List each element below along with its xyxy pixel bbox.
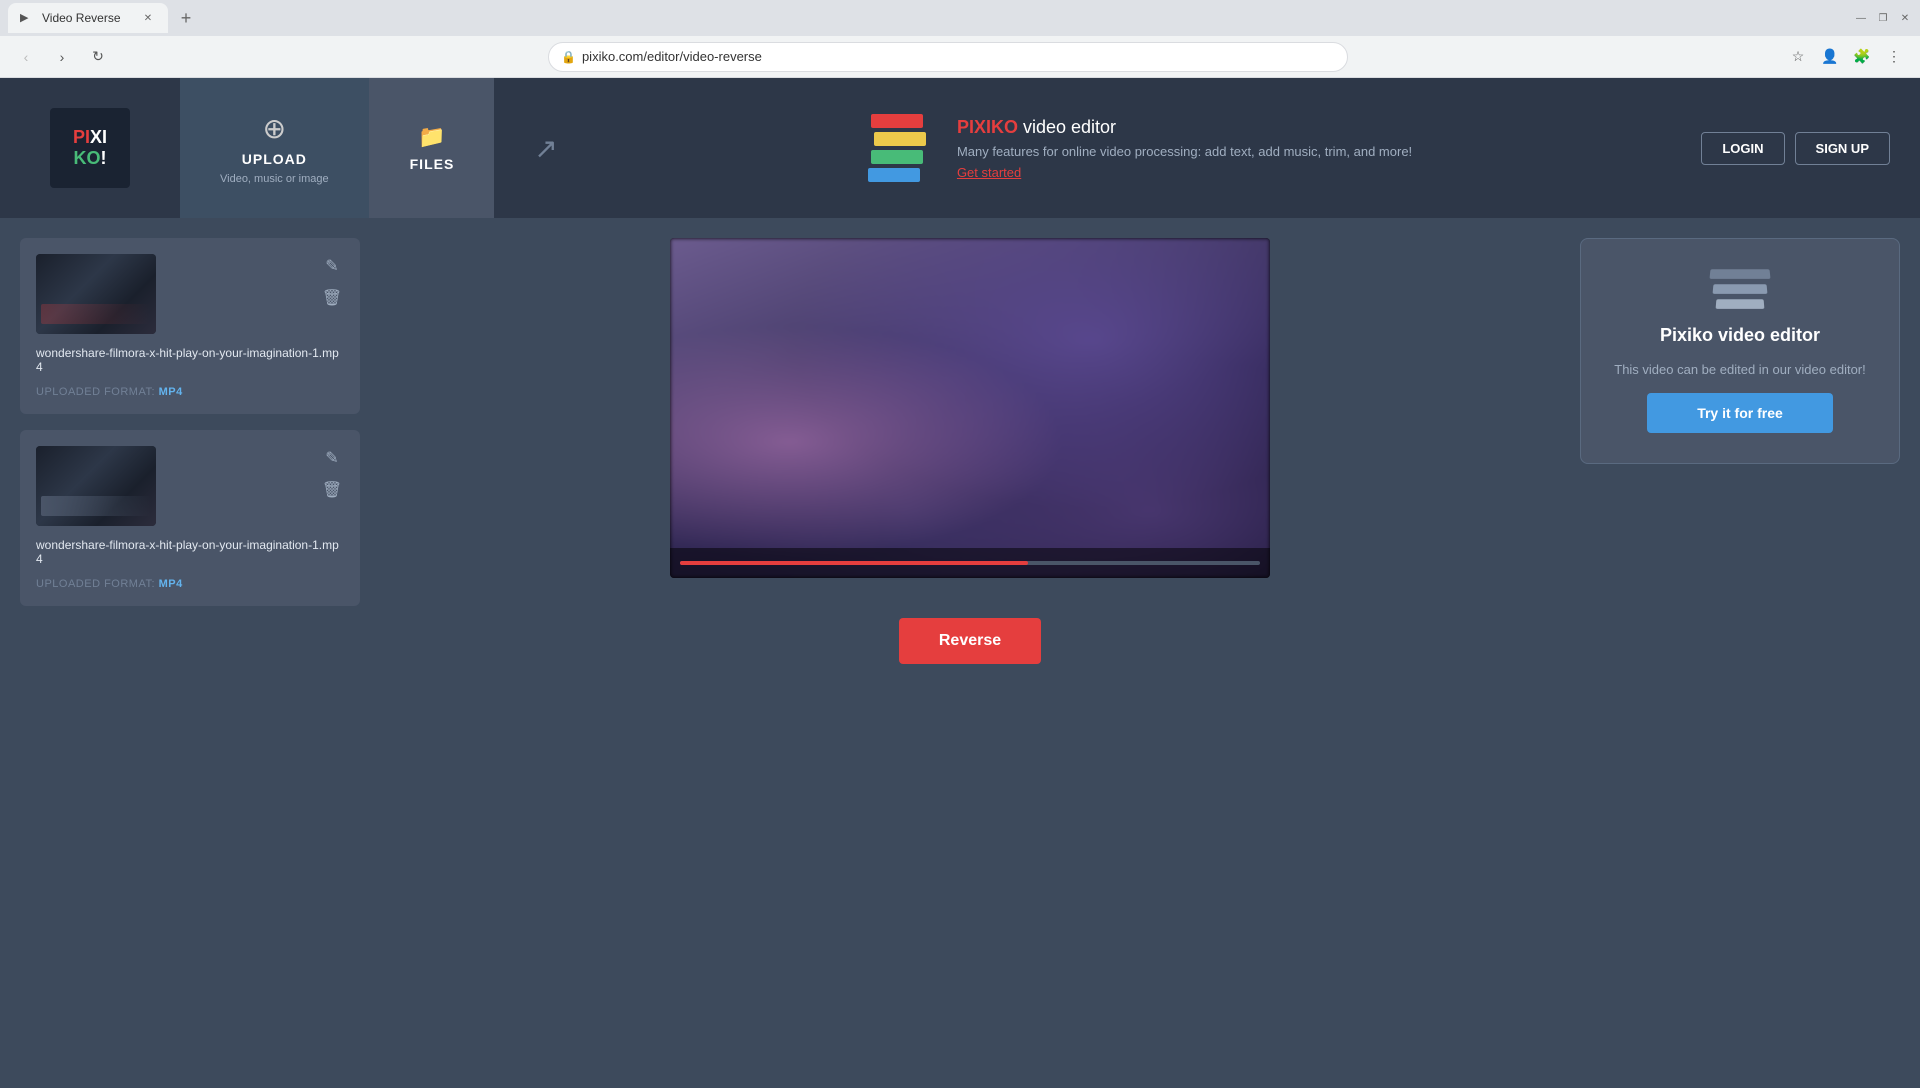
files-label: FILES: [410, 156, 455, 172]
logo-ko: KO: [74, 148, 101, 169]
promo-text: PIXIKO video editor Many features for on…: [957, 117, 1412, 180]
url-text: pixiko.com/editor/video-reverse: [582, 49, 762, 64]
promo-brand: PIXIKO: [957, 117, 1018, 137]
file-card-2-inner: ✎ 🗑: [36, 446, 344, 526]
more-options-icon[interactable]: ⋮: [1880, 43, 1908, 71]
back-button[interactable]: ‹: [12, 43, 40, 71]
header-auth: LOGIN SIGN UP: [1671, 78, 1920, 218]
promo-description: Many features for online video processin…: [957, 144, 1412, 159]
video-area: Reverse: [380, 218, 1560, 1088]
file-2-actions: ✎ 🗑: [320, 446, 344, 502]
tab-favicon: ▶: [20, 11, 34, 25]
upload-sublabel: Video, music or image: [220, 173, 329, 185]
main-content: ✎ 🗑 wondershare-filmora-x-hit-play-on-yo…: [0, 218, 1920, 1088]
logo-pi: PI: [73, 127, 90, 148]
editor-promo-title: Pixiko video editor: [1660, 325, 1820, 346]
video-controls-bar: [670, 548, 1270, 578]
file-2-format-label: UPLOADED FORMAT:: [36, 578, 155, 590]
upload-icon: ⊕: [263, 112, 286, 145]
close-window-button[interactable]: ✕: [1898, 11, 1912, 25]
file-1-name: wondershare-filmora-x-hit-play-on-your-i…: [36, 342, 344, 374]
file-2-delete-button[interactable]: 🗑: [320, 478, 344, 502]
file-1-format: UPLOADED FORMAT: MP4: [36, 386, 344, 398]
refresh-button[interactable]: ↻: [84, 43, 112, 71]
pixiko-logo: PI XI KO !: [50, 108, 130, 188]
extensions-icon[interactable]: 🧩: [1848, 43, 1876, 71]
signup-button[interactable]: SIGN UP: [1795, 132, 1890, 165]
editor-promo-desc: This video can be edited in our video ed…: [1614, 362, 1866, 377]
promo-area: PIXIKO video editor Many features for on…: [598, 78, 1672, 218]
upload-button[interactable]: ⊕ UPLOAD Video, music or image: [180, 78, 370, 218]
progress-fill: [680, 561, 1028, 565]
login-button[interactable]: LOGIN: [1701, 132, 1784, 165]
file-1-delete-button[interactable]: 🗑: [320, 286, 344, 310]
files-button[interactable]: 📁 FILES: [370, 78, 495, 218]
try-free-button[interactable]: Try it for free: [1647, 393, 1833, 433]
share-icon: ↗: [534, 132, 557, 165]
window-controls: — ❐ ✕: [1854, 11, 1912, 25]
file-card-2: ✎ 🗑 wondershare-filmora-x-hit-play-on-yo…: [20, 430, 360, 606]
restore-button[interactable]: ❐: [1876, 11, 1890, 25]
reverse-button-container: Reverse: [899, 618, 1041, 664]
file-2-name: wondershare-filmora-x-hit-play-on-your-i…: [36, 534, 344, 566]
upload-label: UPLOAD: [242, 151, 307, 167]
thumbnail-1: [36, 254, 156, 334]
logo-area: PI XI KO !: [0, 78, 180, 218]
file-1-actions: ✎ 🗑: [320, 254, 344, 310]
share-button[interactable]: ↗: [494, 78, 597, 218]
editor-promo-card: Pixiko video editor This video can be ed…: [1580, 238, 1900, 464]
new-tab-button[interactable]: +: [172, 4, 200, 32]
file-1-format-value: MP4: [159, 386, 183, 398]
video-preview: [670, 238, 1270, 578]
file-1-edit-button[interactable]: ✎: [320, 254, 344, 278]
promo-title-rest: video editor: [1018, 117, 1116, 137]
file-2-format-value: MP4: [159, 578, 183, 590]
file-card-1: ✎ 🗑 wondershare-filmora-x-hit-play-on-yo…: [20, 238, 360, 414]
file-card-1-inner: ✎ 🗑: [36, 254, 344, 334]
thumbnail-2: [36, 446, 156, 526]
logo-exclaim: !: [101, 148, 107, 169]
active-tab[interactable]: ▶ Video Reverse ✕: [8, 3, 168, 33]
logo-xi: XI: [90, 127, 107, 148]
bookmark-icon[interactable]: ☆: [1784, 43, 1812, 71]
minimize-button[interactable]: —: [1854, 11, 1868, 25]
file-2-edit-button[interactable]: ✎: [320, 446, 344, 470]
toolbar-actions: ☆ 👤 🧩 ⋮: [1784, 43, 1908, 71]
tab-bar: ▶ Video Reverse ✕ + — ❐ ✕: [0, 0, 1920, 36]
promo-title: PIXIKO video editor: [957, 117, 1412, 138]
lock-icon: 🔒: [561, 50, 576, 64]
address-bar[interactable]: 🔒 pixiko.com/editor/video-reverse: [548, 42, 1348, 72]
video-player: [670, 238, 1270, 578]
file-1-format-label: UPLOADED FORMAT:: [36, 386, 155, 398]
profile-icon[interactable]: 👤: [1816, 43, 1844, 71]
sidebar: ✎ 🗑 wondershare-filmora-x-hit-play-on-yo…: [0, 218, 380, 1088]
progress-bar[interactable]: [680, 561, 1260, 565]
tab-title: Video Reverse: [42, 11, 132, 25]
forward-button[interactable]: ›: [48, 43, 76, 71]
file-2-format: UPLOADED FORMAT: MP4: [36, 578, 344, 590]
reverse-button[interactable]: Reverse: [899, 618, 1041, 664]
browser-toolbar: ‹ › ↻ 🔒 pixiko.com/editor/video-reverse …: [0, 36, 1920, 78]
tab-close-button[interactable]: ✕: [140, 10, 156, 26]
promo-link[interactable]: Get started: [957, 165, 1412, 180]
stacked-layers-icon: [1710, 269, 1770, 309]
thumbnail-2-preview: [36, 446, 156, 526]
thumbnail-1-preview: [36, 254, 156, 334]
right-panel: Pixiko video editor This video can be ed…: [1560, 218, 1920, 1088]
browser-chrome: ▶ Video Reverse ✕ + — ❐ ✕ ‹ › ↻ 🔒 pixiko…: [0, 0, 1920, 78]
app-header: PI XI KO ! ⊕ UPLOAD Video, music or imag…: [0, 78, 1920, 218]
promo-logo: [857, 108, 937, 188]
files-icon: 📁: [418, 124, 445, 150]
